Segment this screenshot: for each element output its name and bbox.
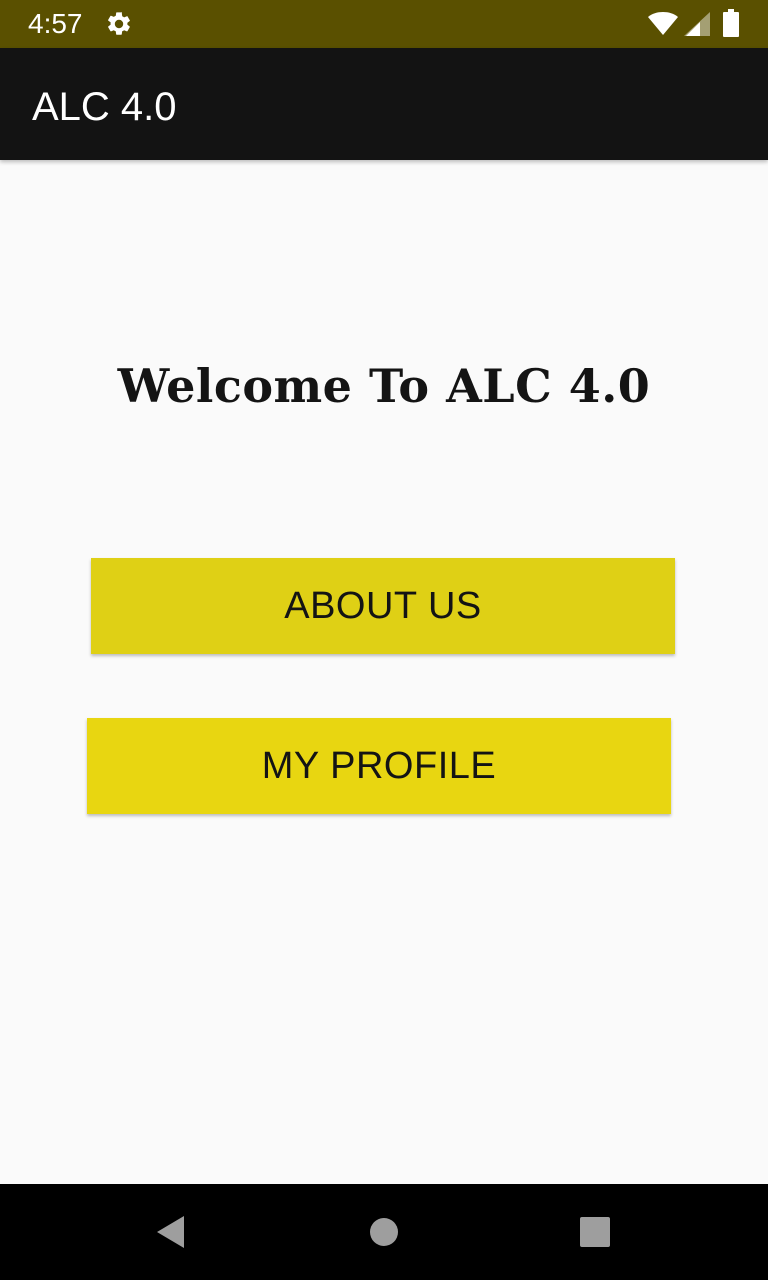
my-profile-label: MY PROFILE [261, 744, 497, 787]
status-time: 4:57 [28, 8, 83, 39]
recents-icon[interactable] [580, 1217, 610, 1247]
back-icon[interactable] [156, 1215, 186, 1249]
my-profile-button[interactable]: MY PROFILE [87, 718, 671, 814]
about-us-label: ABOUT US [284, 584, 482, 627]
status-bar: 4:57 [0, 0, 768, 48]
about-us-button[interactable]: ABOUT US [91, 558, 675, 654]
signal-icon [684, 12, 710, 36]
app-title: ALC 4.0 [32, 85, 177, 129]
battery-icon [723, 9, 739, 37]
home-icon[interactable] [369, 1217, 399, 1247]
welcome-heading: Welcome To ALC 4.0 [117, 359, 651, 413]
gear-icon [108, 12, 130, 35]
wifi-icon [648, 12, 678, 35]
